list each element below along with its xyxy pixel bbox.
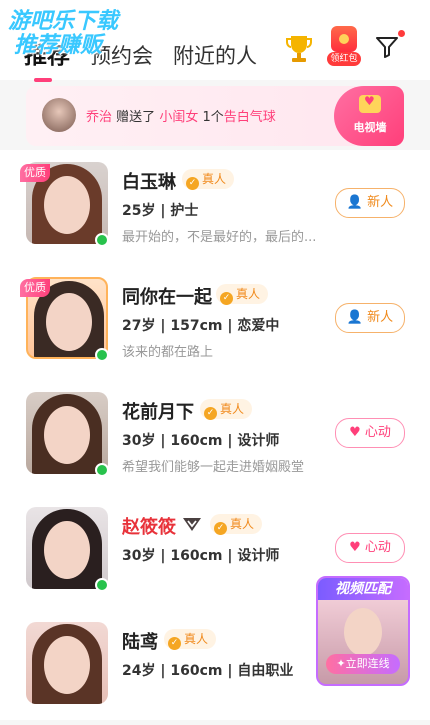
user-name: 同你在一起 (122, 287, 212, 308)
red-packet-label: 领红包 (327, 52, 361, 66)
watermark: 游吧乐下载 推荐赚贩 (8, 10, 118, 58)
user-name: 花前月下 (122, 402, 194, 423)
user-info: 27岁 | 157cm | 恋爱中 (122, 318, 280, 334)
user-info: 30岁 | 160cm | 设计师 (122, 433, 280, 449)
tab-nearby[interactable]: 附近的人 (173, 40, 257, 70)
gift-notice-text: 乔治 赠送了 小闺女 1个告白气球 (86, 106, 276, 125)
quality-badge: 优质 (20, 279, 50, 297)
red-packet-button[interactable]: 领红包 (327, 26, 361, 66)
new-user-button[interactable]: 👤 新人 (335, 303, 405, 333)
watermark-line1: 游吧乐下载 (8, 9, 119, 34)
new-user-button[interactable]: 👤 新人 (335, 188, 405, 218)
gift-notice-banner[interactable]: 乔治 赠送了 小闺女 1个告白气球 电视墙 (26, 86, 404, 146)
gift-name: 告白气球 (223, 110, 276, 125)
sender-avatar (42, 98, 76, 132)
online-indicator (95, 348, 109, 362)
user-name: 赵筱筱 (122, 517, 176, 538)
user-info: 24岁 | 160cm | 自由职业 (122, 663, 294, 679)
check-icon: ✓ (204, 407, 217, 420)
check-icon: ✓ (220, 292, 233, 305)
video-match-title: 视频匹配 (318, 578, 408, 600)
user-bio: 希望我们能够一起走进婚姻殿堂 (122, 460, 305, 475)
tv-wall-label: 电视墙 (353, 121, 387, 134)
connect-now-button[interactable]: ✦立即连线 (326, 654, 400, 674)
avatar[interactable] (26, 622, 108, 704)
vip-diamond-icon (183, 518, 201, 531)
red-packet-icon (331, 26, 357, 52)
online-indicator (95, 578, 109, 592)
user-info: 25岁 | 护士 (122, 203, 199, 219)
heart-icon: ♥ (349, 425, 361, 440)
check-icon: ✓ (168, 637, 181, 650)
user-name: 白玉琳 (122, 172, 176, 193)
list-item[interactable]: 优质 白玉琳 ✓ 真人 25岁 | 护士 最开始的，不是最好的，最后的... 👤 … (0, 150, 430, 265)
online-indicator (95, 233, 109, 247)
heart-button[interactable]: ♥ 心动 (335, 418, 405, 448)
verified-badge: ✓ 真人 (210, 514, 263, 535)
verified-badge: ✓ 真人 (182, 169, 235, 190)
user-bio: 最开始的，不是最好的，最后的... (122, 230, 317, 245)
filter-notification-dot (398, 30, 405, 37)
heart-button[interactable]: ♥ 心动 (335, 533, 405, 563)
verified-badge: ✓ 真人 (200, 399, 253, 420)
quality-badge: 优质 (20, 164, 50, 182)
verified-badge: ✓ 真人 (216, 284, 269, 305)
gift-sender: 乔治 (86, 110, 113, 125)
verified-badge: ✓ 真人 (164, 629, 217, 650)
avatar[interactable] (26, 507, 108, 589)
filter-icon[interactable] (374, 34, 400, 60)
list-item[interactable]: 优质 同你在一起 ✓ 真人 27岁 | 157cm | 恋爱中 该来的都在路上 👤… (0, 265, 430, 380)
gift-verb: 赠送了 (116, 110, 156, 125)
online-indicator (95, 463, 109, 477)
gift-receiver: 小闺女 (159, 110, 199, 125)
avatar[interactable] (26, 392, 108, 474)
user-info: 30岁 | 160cm | 设计师 (122, 548, 280, 564)
heart-icon: ♥ (349, 540, 361, 555)
list-item[interactable]: 花前月下 ✓ 真人 30岁 | 160cm | 设计师 希望我们能够一起走进婚姻殿… (0, 380, 430, 495)
check-icon: ✓ (214, 522, 227, 535)
tv-icon (359, 94, 381, 113)
user-name: 陆鸢 (122, 632, 158, 653)
tv-wall-button[interactable]: 电视墙 (334, 86, 404, 146)
trophy-icon[interactable] (283, 32, 315, 64)
person-icon: 👤 (346, 195, 364, 210)
watermark-line2: 推荐赚贩 (14, 33, 103, 58)
sparkle-icon: ✦ (336, 657, 346, 670)
person-icon: 👤 (346, 310, 364, 325)
video-match-widget[interactable]: 视频匹配 ✦立即连线 (316, 576, 410, 686)
user-bio: 该来的都在路上 (122, 345, 214, 360)
video-match-avatar (344, 608, 382, 656)
gift-count: 1个 (202, 110, 224, 125)
check-icon: ✓ (186, 177, 199, 190)
